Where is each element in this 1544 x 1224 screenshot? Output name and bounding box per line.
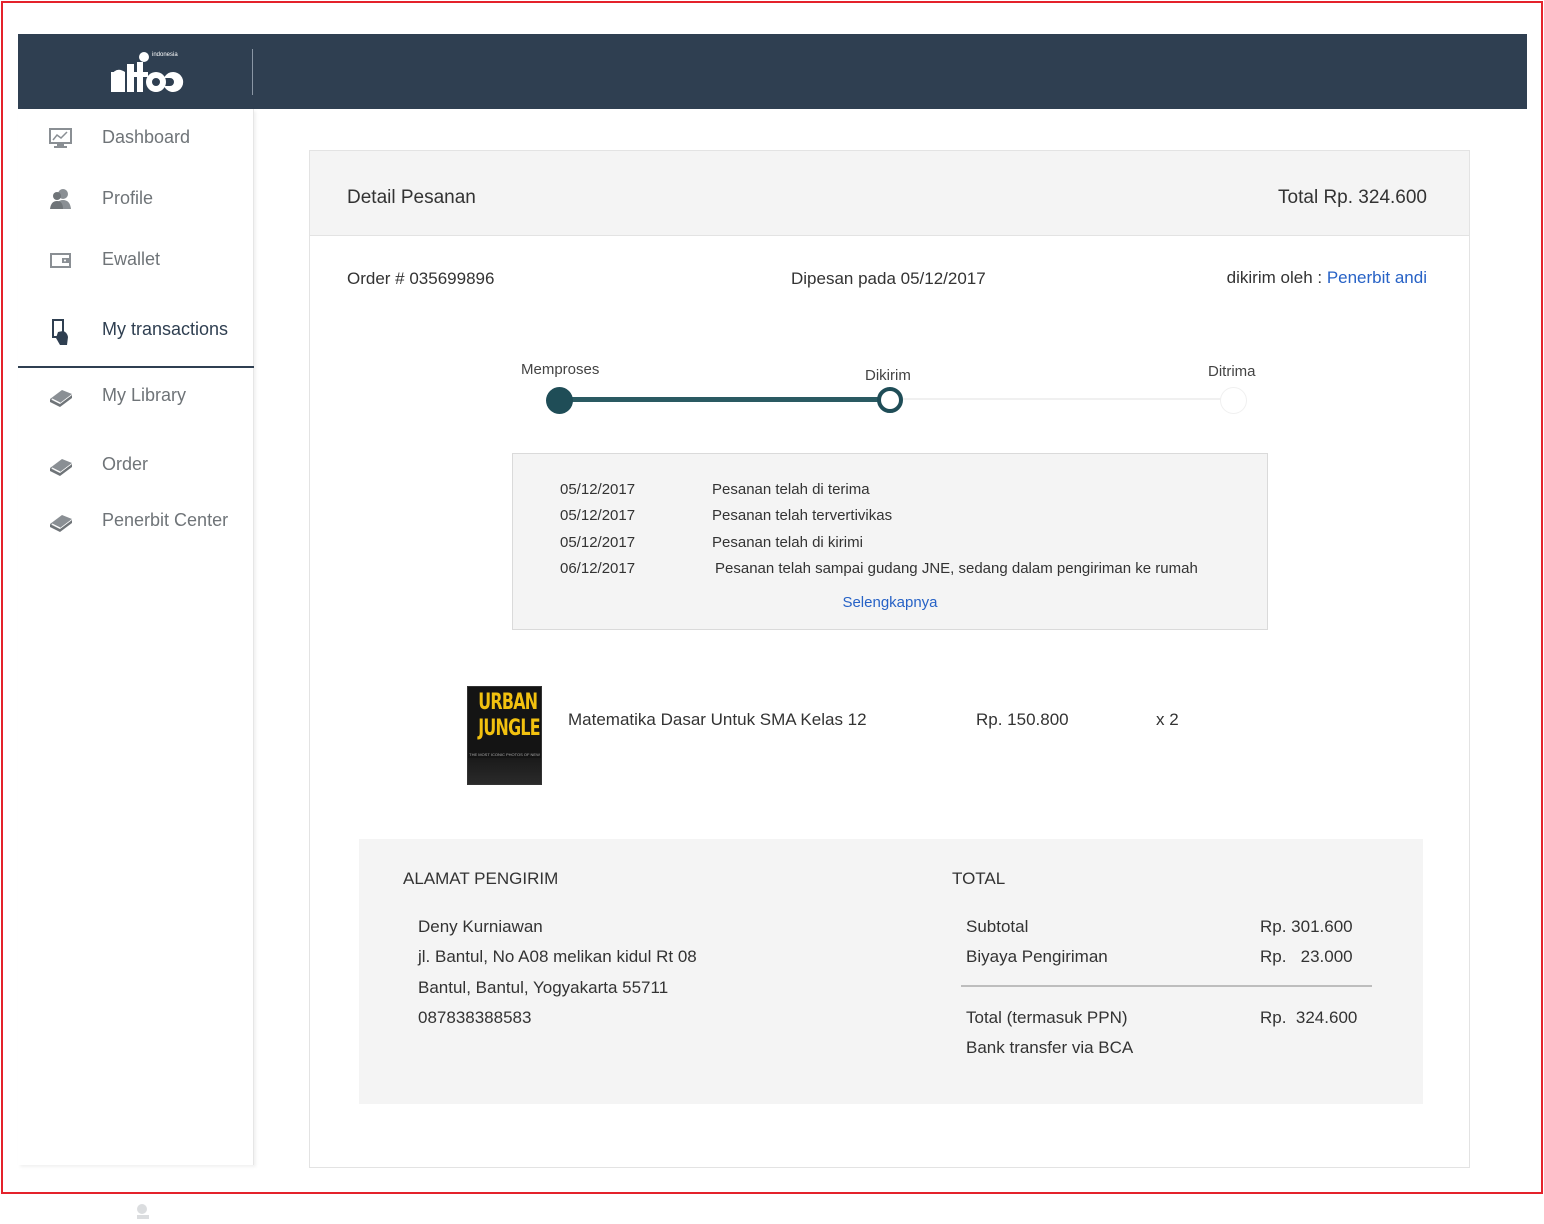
step-dot-pending bbox=[1220, 387, 1247, 414]
progress-track-remaining bbox=[900, 398, 1233, 400]
subtotal-value: Rp. 301.600 bbox=[1260, 917, 1353, 936]
step-label-received: Ditrima bbox=[1208, 363, 1256, 380]
sidebar-item-dashboard[interactable]: Dashboard bbox=[18, 118, 254, 158]
history-date: 05/12/2017 bbox=[560, 534, 636, 551]
sidebar-item-label: Dashboard bbox=[102, 127, 191, 147]
step-label-shipped: Dikirim bbox=[865, 367, 911, 384]
history-text: Pesanan telah di terima bbox=[712, 481, 870, 498]
faded-logo-mark bbox=[134, 1202, 174, 1224]
book-icon bbox=[48, 509, 74, 533]
progress-track-completed bbox=[560, 397, 890, 402]
item-price: Rp. 150.800 bbox=[976, 710, 1069, 729]
step-dot-current bbox=[877, 387, 903, 413]
card-header: Detail Pesanan Total Rp. 324.600 bbox=[310, 151, 1469, 236]
sidebar-item-penerbit-center[interactable]: Penerbit Center bbox=[18, 501, 254, 541]
total-heading: TOTAL bbox=[952, 869, 1006, 888]
history-text: Pesanan telah sampai gudang JNE, sedang … bbox=[715, 560, 1198, 577]
sidebar-item-ewallet[interactable]: Ewallet bbox=[18, 240, 254, 280]
cover-skyline bbox=[468, 758, 541, 784]
users-icon bbox=[48, 187, 74, 211]
recipient-phone: 087838388583 bbox=[418, 1008, 532, 1027]
publisher-link[interactable]: Penerbit andi bbox=[1327, 268, 1427, 287]
shipped-by: dikirim oleh : Penerbit andi bbox=[1227, 268, 1427, 288]
sidebar-item-label: Ewallet bbox=[102, 249, 161, 269]
cover-title-line2: JUNGLE bbox=[478, 716, 540, 741]
shipping-label: Biyaya Pengiriman bbox=[966, 947, 1108, 966]
grand-total-label: Total (termasuk PPN) bbox=[966, 1008, 1128, 1027]
order-date: Dipesan pada 05/12/2017 bbox=[791, 269, 986, 288]
top-bar: indonesia bbox=[18, 34, 1527, 109]
history-text: Pesanan telah di kirimi bbox=[712, 534, 863, 551]
history-date: 05/12/2017 bbox=[560, 481, 636, 498]
tracking-history: 05/12/2017 Pesanan telah di terima 05/12… bbox=[512, 453, 1268, 630]
address-heading: ALAMAT PENGIRIM bbox=[403, 869, 559, 888]
topbar-divider bbox=[252, 49, 253, 95]
sidebar-item-my-transactions[interactable]: My transactions bbox=[18, 310, 254, 350]
sidebar-item-my-library[interactable]: My Library bbox=[18, 376, 254, 416]
sidebar: Dashboard Profile Ewallet My transaction… bbox=[18, 109, 254, 1165]
sidebar-item-label: My Library bbox=[102, 385, 187, 405]
page-title: Detail Pesanan bbox=[347, 187, 476, 208]
cover-title-line1: URBAN bbox=[478, 690, 538, 715]
wallet-icon bbox=[48, 248, 74, 272]
address-line-2: Bantul, Bantul, Yogyakarta 55711 bbox=[418, 978, 669, 997]
shipped-by-label: dikirim oleh : bbox=[1226, 268, 1327, 287]
item-quantity: x 2 bbox=[1156, 710, 1179, 729]
order-number: Order # 035699896 bbox=[347, 269, 495, 288]
sidebar-item-label: My transactions bbox=[102, 319, 229, 339]
history-row: 05/12/2017 Pesanan telah di kirimi bbox=[513, 534, 1263, 554]
active-indicator bbox=[18, 366, 254, 368]
monitor-chart-icon bbox=[48, 126, 74, 150]
history-row: 05/12/2017 Pesanan telah tervertivikas bbox=[513, 507, 1263, 527]
recipient-name: Deny Kurniawan bbox=[418, 917, 543, 936]
book-icon bbox=[48, 453, 74, 477]
history-row: 06/12/2017 Pesanan telah sampai gudang J… bbox=[513, 560, 1263, 580]
see-more-link[interactable]: Selengkapnya bbox=[513, 594, 1267, 611]
nitc-logo[interactable]: indonesia bbox=[108, 48, 188, 98]
sidebar-item-label: Order bbox=[102, 454, 149, 474]
history-date: 06/12/2017 bbox=[560, 560, 636, 577]
shipping-value: Rp. 23.000 bbox=[1260, 947, 1353, 966]
history-row: 05/12/2017 Pesanan telah di terima bbox=[513, 481, 1263, 501]
hand-phone-icon bbox=[48, 318, 74, 345]
order-summary: ALAMAT PENGIRIM Deny Kurniawan jl. Bantu… bbox=[359, 839, 1423, 1104]
logo-subtext: indonesia bbox=[152, 52, 178, 58]
sidebar-item-label: Profile bbox=[102, 188, 154, 208]
step-label-processing: Memproses bbox=[521, 361, 600, 378]
header-total: Total Rp. 324.600 bbox=[1278, 187, 1427, 208]
order-detail-card: Detail Pesanan Total Rp. 324.600 Order #… bbox=[309, 150, 1470, 1168]
totals-divider bbox=[961, 985, 1372, 987]
sidebar-item-order[interactable]: Order bbox=[18, 445, 254, 485]
sidebar-item-profile[interactable]: Profile bbox=[18, 179, 254, 219]
history-text: Pesanan telah tervertivikas bbox=[712, 507, 893, 524]
sidebar-item-label: Penerbit Center bbox=[102, 510, 229, 530]
payment-method: Bank transfer via BCA bbox=[966, 1038, 1134, 1057]
address-line-1: jl. Bantul, No A08 melikan kidul Rt 08 bbox=[418, 947, 697, 966]
grand-total-value: Rp. 324.600 bbox=[1260, 1008, 1358, 1027]
subtotal-label: Subtotal bbox=[966, 917, 1029, 936]
book-cover-image[interactable]: URBAN JUNGLE THE MOST ICONIC PHOTOS OF N… bbox=[467, 686, 542, 785]
step-dot-completed bbox=[546, 387, 573, 414]
book-icon bbox=[48, 384, 74, 408]
item-title[interactable]: Matematika Dasar Untuk SMA Kelas 12 bbox=[568, 710, 867, 730]
history-date: 05/12/2017 bbox=[560, 507, 636, 524]
